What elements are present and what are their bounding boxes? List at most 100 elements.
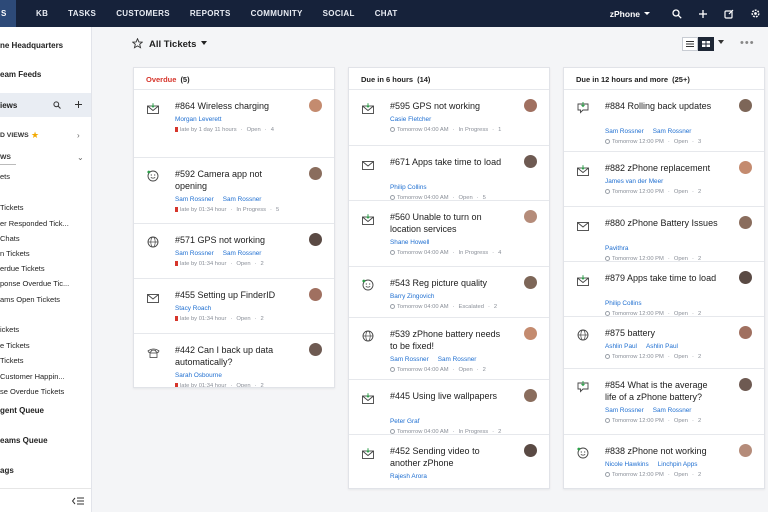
sidebar-view-item[interactable]: Tickets <box>0 356 23 365</box>
ticket-card[interactable]: #445 Using live wallpapers Peter Graf Tomo… <box>349 380 549 435</box>
sidebar-view-item[interactable]: Tickets <box>0 203 23 212</box>
sidebar-views[interactable]: iews <box>0 101 17 110</box>
contact-link[interactable]: Sam Rossner <box>223 196 262 203</box>
nav-item-tasks[interactable]: TASKS <box>68 9 96 18</box>
ticket-card[interactable]: #882 zPhone replacement James van der Mee… <box>564 152 764 207</box>
ticket-card[interactable]: #864 Wireless charging Morgan Leverett lat… <box>134 90 334 158</box>
avatar[interactable] <box>524 327 537 340</box>
ticket-subject[interactable]: #452 Sending video to another zPhone <box>390 445 505 469</box>
ticket-status[interactable]: Open <box>236 261 250 267</box>
contact-link[interactable]: James van der Meer <box>605 178 663 185</box>
sidebar-headquarters[interactable]: ne Headquarters <box>0 41 63 50</box>
sidebar-view-item[interactable]: ickets <box>0 325 19 334</box>
contact-link[interactable]: Shane Howell <box>390 239 429 246</box>
avatar[interactable] <box>739 378 752 391</box>
sidebar-view-item[interactable]: Chats <box>0 234 20 243</box>
contact-link[interactable]: Sam Rossner <box>438 356 477 363</box>
contact-link[interactable]: Casie Fletcher <box>390 116 431 123</box>
avatar[interactable] <box>309 343 322 356</box>
contact-link[interactable]: Sam Rossner <box>390 356 429 363</box>
ticket-subject[interactable]: #560 Unable to turn on location services <box>390 211 505 235</box>
chevron-down-icon[interactable]: ⌄ <box>77 153 84 162</box>
contact-link[interactable]: Rajesh Arora <box>390 473 427 480</box>
sidebar-teams-queue[interactable]: eams Queue <box>0 436 48 445</box>
contact-link[interactable]: Nicole Hawkins <box>605 461 649 468</box>
nav-item-reports[interactable]: REPORTS <box>190 9 231 18</box>
sidebar-views-header[interactable]: WS <box>0 154 11 161</box>
ticket-status[interactable]: Escalated <box>459 304 484 310</box>
avatar[interactable] <box>309 167 322 180</box>
ticket-subject[interactable]: #592 Camera app not opening <box>175 168 290 192</box>
chevron-down-icon[interactable] <box>718 40 724 44</box>
avatar[interactable] <box>524 389 537 402</box>
ticket-status[interactable]: In Progress <box>459 127 489 133</box>
avatar[interactable] <box>739 326 752 339</box>
add-icon[interactable] <box>74 100 83 109</box>
ticket-card[interactable]: #875 battery Ashlin Paul Ashlin Paul Tomorr… <box>564 317 764 369</box>
ticket-card[interactable]: #592 Camera app not opening Sam Rossner Sa… <box>134 158 334 224</box>
ticket-card[interactable]: #543 Reg picture quality Barry Zingovich T… <box>349 267 549 318</box>
contact-link[interactable]: Sam Rossner <box>223 250 262 257</box>
sidebar-view-item[interactable]: ets <box>0 172 10 181</box>
contact-link[interactable]: Morgan Leverett <box>175 116 222 123</box>
ticket-status[interactable]: Open <box>674 354 688 360</box>
list-view-button[interactable] <box>682 37 698 51</box>
ticket-subject[interactable]: #879 Apps take time to load <box>605 272 720 284</box>
avatar[interactable] <box>309 288 322 301</box>
contact-link[interactable]: Philip Collins <box>390 184 427 191</box>
ticket-status[interactable]: Open <box>247 127 261 133</box>
add-icon[interactable] <box>690 0 716 27</box>
avatar[interactable] <box>739 444 752 457</box>
sidebar-tags[interactable]: ags <box>0 466 14 475</box>
contact-link[interactable]: Philip Collins <box>605 300 642 307</box>
sidebar-view-item[interactable]: ponse Overdue Tic... <box>0 279 69 288</box>
nav-item-chat[interactable]: CHAT <box>375 9 398 18</box>
collapse-sidebar-icon[interactable] <box>72 497 84 505</box>
sidebar-agent-queue[interactable]: gent Queue <box>0 406 44 415</box>
ticket-status[interactable]: In Progress <box>459 250 489 256</box>
ticket-card[interactable]: #838 zPhone not working Nicole Hawkins Lin… <box>564 435 764 488</box>
department-switcher[interactable]: zPhone <box>610 9 650 19</box>
ticket-subject[interactable]: #838 zPhone not working <box>605 445 720 457</box>
ticket-subject[interactable]: #880 zPhone Battery Issues <box>605 217 720 229</box>
sidebar-view-item[interactable]: ams Open Tickets <box>0 295 60 304</box>
sidebar-view-item[interactable]: er Responded Tick... <box>0 219 69 228</box>
avatar[interactable] <box>524 276 537 289</box>
ticket-card[interactable]: #539 zPhone battery needs to be fixed! Sa… <box>349 318 549 380</box>
ticket-subject[interactable]: #864 Wireless charging <box>175 100 290 112</box>
ticket-status[interactable]: Open <box>674 472 688 478</box>
search-icon[interactable] <box>664 0 690 27</box>
contact-link[interactable]: Ashlin Paul <box>605 343 637 350</box>
ticket-subject[interactable]: #875 battery <box>605 327 720 339</box>
ticket-subject[interactable]: #539 zPhone battery needs to be fixed! <box>390 328 505 352</box>
sidebar-view-item[interactable]: erdue Tickets <box>0 264 45 273</box>
ticket-card[interactable]: #560 Unable to turn on location services… <box>349 201 549 267</box>
contact-link[interactable]: Sam Rossner <box>175 250 214 257</box>
avatar[interactable] <box>739 99 752 112</box>
contact-link[interactable]: Sam Rossner <box>605 407 644 414</box>
ticket-status[interactable]: Open <box>236 383 250 387</box>
ticket-subject[interactable]: #595 GPS not working <box>390 100 505 112</box>
avatar[interactable] <box>739 161 752 174</box>
avatar[interactable] <box>524 155 537 168</box>
contact-link[interactable]: Linchpin Apps <box>658 461 698 468</box>
gear-icon[interactable] <box>742 0 768 27</box>
contact-link[interactable]: Ashlin Paul <box>646 343 678 350</box>
ticket-subject[interactable]: #882 zPhone replacement <box>605 162 720 174</box>
ticket-subject[interactable]: #442 Can I back up data automatically? <box>175 344 290 368</box>
sidebar-view-item[interactable]: Customer Happin... <box>0 372 65 381</box>
contact-link[interactable]: Sam Rossner <box>653 407 692 414</box>
card-view-button[interactable] <box>698 37 714 51</box>
sidebar-view-item[interactable]: e Tickets <box>0 341 30 350</box>
ticket-card[interactable]: #455 Setting up FinderID Stacy Roach late … <box>134 279 334 334</box>
ticket-status[interactable]: In Progress <box>236 207 266 213</box>
ticket-status[interactable]: Open <box>674 139 688 145</box>
sidebar-starred-views[interactable]: D VIEWS <box>0 132 29 139</box>
sidebar-team-feeds[interactable]: eam Feeds <box>0 70 41 79</box>
avatar[interactable] <box>739 216 752 229</box>
contact-link[interactable]: Barry Zingovich <box>390 293 434 300</box>
search-icon[interactable] <box>53 101 61 109</box>
nav-item-kb[interactable]: KB <box>36 9 48 18</box>
view-title-dropdown[interactable]: All Tickets <box>149 39 207 50</box>
ticket-subject[interactable]: #854 What is the average life of a zPhon… <box>605 379 720 403</box>
